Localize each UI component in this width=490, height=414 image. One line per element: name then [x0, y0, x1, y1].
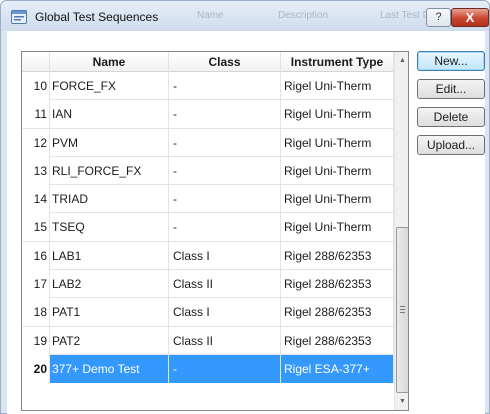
name-cell[interactable]: LAB1: [50, 241, 169, 270]
table-body: 10 FORCE_FX - Rigel Uni-Therm 11 IAN - Rigel Un…: [22, 72, 394, 384]
row-number-cell[interactable]: 11: [22, 100, 50, 129]
window-app-icon: [11, 10, 27, 24]
instrument-type-cell[interactable]: Rigel Uni-Therm: [281, 213, 394, 242]
instrument-type-cell[interactable]: Rigel Uni-Therm: [281, 185, 394, 214]
background-column-name: Name: [197, 10, 224, 21]
name-cell[interactable]: TSEQ: [50, 213, 169, 242]
scroll-up-arrow-icon[interactable]: ▲: [395, 52, 408, 69]
table-row[interactable]: 18 PAT1 Class I Rigel 288/62353: [22, 298, 394, 327]
table-row[interactable]: 17 LAB2 Class II Rigel 288/62353: [22, 270, 394, 299]
name-cell[interactable]: 377+ Demo Test: [50, 354, 169, 383]
sequences-table[interactable]: Name Class Instrument Type 10 FORCE_FX - Ri…: [21, 51, 409, 411]
global-test-sequences-window: Name Description Last Test Date Global T…: [0, 0, 490, 414]
vertical-scrollbar[interactable]: ▲ ▼: [394, 52, 408, 410]
close-button[interactable]: X: [451, 8, 489, 27]
instrument-type-cell[interactable]: Rigel ESA-377+: [281, 354, 394, 383]
header-name[interactable]: Name: [50, 52, 169, 72]
instrument-type-cell[interactable]: Rigel Uni-Therm: [281, 156, 394, 185]
grip-icon: [400, 306, 405, 313]
header-class[interactable]: Class: [169, 52, 281, 72]
instrument-type-cell[interactable]: Rigel Uni-Therm: [281, 128, 394, 157]
instrument-type-cell[interactable]: Rigel Uni-Therm: [281, 72, 394, 100]
row-number-cell[interactable]: 13: [22, 156, 50, 185]
class-cell[interactable]: Class II: [169, 270, 281, 299]
row-number-cell[interactable]: 19: [22, 326, 50, 355]
name-cell[interactable]: RLI_FORCE_FX: [50, 156, 169, 185]
background-column-description: Description: [278, 10, 329, 21]
table-row[interactable]: 12 PVM - Rigel Uni-Therm: [22, 128, 394, 157]
table-row[interactable]: 20 377+ Demo Test - Rigel ESA-377+: [22, 354, 394, 384]
table-row[interactable]: 11 IAN - Rigel Uni-Therm: [22, 100, 394, 129]
class-cell[interactable]: -: [169, 156, 281, 185]
table-row[interactable]: 10 FORCE_FX - Rigel Uni-Therm: [22, 72, 394, 101]
class-cell[interactable]: Class I: [169, 241, 281, 270]
class-cell[interactable]: -: [169, 185, 281, 214]
class-cell[interactable]: -: [169, 72, 281, 100]
name-cell[interactable]: IAN: [50, 100, 169, 129]
instrument-type-cell[interactable]: Rigel 288/62353: [281, 298, 394, 327]
delete-button[interactable]: Delete: [417, 107, 485, 127]
instrument-type-cell[interactable]: Rigel 288/62353: [281, 241, 394, 270]
row-number-cell[interactable]: 18: [22, 298, 50, 327]
instrument-type-cell[interactable]: Rigel Uni-Therm: [281, 100, 394, 129]
title-bar[interactable]: Name Description Last Test Date Global T…: [1, 1, 489, 31]
row-number-cell[interactable]: 15: [22, 213, 50, 242]
name-cell[interactable]: PAT2: [50, 326, 169, 355]
class-cell[interactable]: -: [169, 354, 281, 383]
table-row[interactable]: 15 TSEQ - Rigel Uni-Therm: [22, 213, 394, 242]
table-header: Name Class Instrument Type: [22, 52, 394, 72]
header-instrument-type[interactable]: Instrument Type: [281, 52, 394, 72]
name-cell[interactable]: PAT1: [50, 298, 169, 327]
instrument-type-cell[interactable]: Rigel 288/62353: [281, 326, 394, 355]
row-number-cell[interactable]: 16: [22, 241, 50, 270]
window-title: Global Test Sequences: [35, 10, 159, 24]
edit-button[interactable]: Edit...: [417, 79, 485, 99]
row-number-cell[interactable]: 17: [22, 270, 50, 299]
table-row[interactable]: 16 LAB1 Class I Rigel 288/62353: [22, 241, 394, 271]
class-cell[interactable]: -: [169, 100, 281, 129]
row-number-cell[interactable]: 12: [22, 128, 50, 157]
name-cell[interactable]: LAB2: [50, 270, 169, 299]
instrument-type-cell[interactable]: Rigel 288/62353: [281, 270, 394, 299]
class-cell[interactable]: -: [169, 128, 281, 157]
name-cell[interactable]: TRIAD: [50, 185, 169, 214]
table-row[interactable]: 13 RLI_FORCE_FX - Rigel Uni-Therm: [22, 156, 394, 186]
row-number-cell[interactable]: 10: [22, 72, 50, 100]
table-row[interactable]: 14 TRIAD - Rigel Uni-Therm: [22, 185, 394, 214]
name-cell[interactable]: PVM: [50, 128, 169, 157]
row-number-cell[interactable]: 20: [22, 354, 50, 383]
table-row[interactable]: 19 PAT2 Class II Rigel 288/62353: [22, 326, 394, 355]
class-cell[interactable]: Class I: [169, 298, 281, 327]
name-cell[interactable]: FORCE_FX: [50, 72, 169, 100]
row-number-cell[interactable]: 14: [22, 185, 50, 214]
class-cell[interactable]: Class II: [169, 326, 281, 355]
header-row-number: [22, 52, 50, 72]
upload-button[interactable]: Upload...: [417, 135, 485, 155]
scroll-down-arrow-icon[interactable]: ▼: [395, 393, 408, 410]
new-button[interactable]: New...: [417, 51, 485, 71]
help-button[interactable]: ?: [426, 8, 451, 27]
scrollbar-thumb[interactable]: [396, 227, 408, 393]
class-cell[interactable]: -: [169, 213, 281, 242]
